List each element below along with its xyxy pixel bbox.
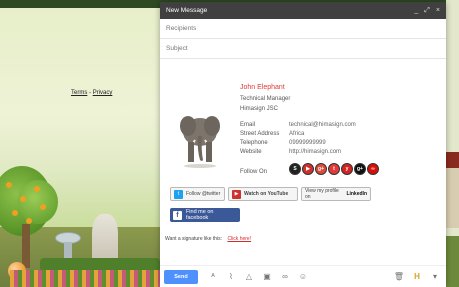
- skype-icon[interactable]: S: [289, 163, 301, 175]
- twitter-follow-button[interactable]: t Follow @twitter: [170, 187, 225, 201]
- subject-row: [160, 39, 446, 59]
- signature-address-value: Africa: [289, 131, 305, 137]
- format-text-icon[interactable]: ᴬ: [206, 270, 220, 284]
- send-button[interactable]: Send: [164, 269, 198, 284]
- youtube-watch-button[interactable]: ▶ Watch on YouTube: [228, 187, 298, 201]
- background-fountain-stem: [64, 242, 72, 258]
- terms-separator: -: [89, 90, 92, 96]
- signature-name: John Elephant: [240, 84, 285, 91]
- youtube-icon[interactable]: ▶: [302, 163, 314, 175]
- close-icon[interactable]: ×: [436, 7, 440, 14]
- signature-job-title: Technical Manager: [240, 96, 291, 102]
- minimize-icon[interactable]: _: [414, 7, 418, 14]
- compose-header[interactable]: New Message _ ⤢ ×: [160, 2, 446, 19]
- terms-link[interactable]: Terms: [71, 90, 87, 96]
- google-plus-alt-icon[interactable]: g+: [354, 163, 366, 175]
- linkedin-profile-button[interactable]: View my profile on LinkedIn: [301, 187, 371, 201]
- compose-window: New Message _ ⤢ × John Elephant Technica…: [160, 2, 446, 287]
- yelp-icon[interactable]: y: [341, 163, 353, 175]
- follow-on-label: Follow On: [240, 169, 268, 175]
- background-tree-trunk: [22, 224, 30, 268]
- signature-email-row: Email technical@himasign.com: [240, 122, 356, 128]
- linkedin-prefix-label: View my profile on: [305, 188, 339, 200]
- signature-label: Email: [240, 122, 256, 128]
- himasign-icon[interactable]: H: [410, 270, 424, 284]
- terms-privacy-links: Terms - Privacy: [71, 90, 112, 96]
- facebook-icon: f: [173, 210, 182, 220]
- signature-label: Telephone: [240, 140, 268, 146]
- privacy-link[interactable]: Privacy: [93, 90, 113, 96]
- twitter-icon[interactable]: t: [328, 163, 340, 175]
- compose-toolbar: Send ᴬ ⌇ △ ▣ ∞ ☺ 🗑 H ▾: [160, 265, 446, 287]
- background-right-roof: [446, 152, 459, 168]
- drive-icon[interactable]: △: [242, 270, 256, 284]
- signature-phone-value: 09999999999: [289, 140, 326, 146]
- want-signature-text: Want a signature like this:: [165, 236, 223, 242]
- background-right-garden: [446, 236, 459, 287]
- lastfm-icon[interactable]: ∞: [367, 163, 379, 175]
- signature-label: Street Address: [240, 131, 280, 137]
- youtube-icon: ▶: [232, 189, 241, 199]
- link-icon[interactable]: ∞: [278, 270, 292, 284]
- photo-icon[interactable]: ▣: [260, 270, 274, 284]
- facebook-find-label: Find me on facebook: [185, 209, 214, 221]
- twitter-bird-icon: t: [174, 189, 183, 199]
- signature-website-value[interactable]: http://himasign.com: [289, 149, 341, 155]
- social-icons: S ▶ g+ t y g+ ∞: [289, 163, 379, 175]
- elephant-photo: [180, 116, 220, 168]
- toolbar-right: 🗑 H ▾: [388, 270, 442, 284]
- signature-address-row: Street Address Africa: [240, 131, 304, 137]
- linkedin-brand-label: LinkedIn: [346, 191, 367, 197]
- subject-input[interactable]: [166, 45, 440, 52]
- youtube-watch-label: Watch on YouTube: [244, 191, 289, 197]
- twitter-follow-label: Follow @twitter: [186, 191, 221, 197]
- facebook-find-button[interactable]: f Find me on facebook: [170, 208, 240, 222]
- recipients-row: [160, 19, 446, 39]
- background-flowers: [10, 270, 160, 287]
- signature-email-value[interactable]: technical@himasign.com: [289, 122, 356, 128]
- click-here-link[interactable]: Click here!: [227, 236, 251, 242]
- signature-company: Himasign JSC: [240, 106, 279, 112]
- signature-website-row: Website http://himasign.com: [240, 149, 341, 155]
- google-plus-icon[interactable]: g+: [315, 163, 327, 175]
- compose-title: New Message: [166, 7, 208, 14]
- recipients-input[interactable]: [166, 25, 440, 32]
- trash-icon[interactable]: 🗑: [392, 270, 406, 284]
- attach-icon[interactable]: ⌇: [224, 270, 238, 284]
- more-options-icon[interactable]: ▾: [428, 270, 442, 284]
- expand-icon[interactable]: ⤢: [424, 7, 430, 14]
- background-right-house: [446, 168, 459, 228]
- emoji-icon[interactable]: ☺: [296, 270, 310, 284]
- compose-window-controls: _ ⤢ ×: [414, 7, 440, 14]
- want-signature-line: Want a signature like this: Click here!: [165, 236, 251, 242]
- background-statue: [92, 214, 118, 262]
- signature-label: Website: [240, 149, 262, 155]
- signature-phone-row: Telephone 09999999999: [240, 140, 326, 146]
